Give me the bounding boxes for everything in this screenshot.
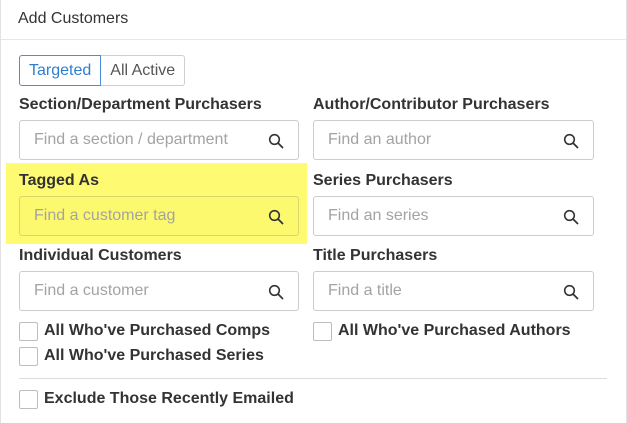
exclude-recent-label: Exclude Those Recently Emailed [44, 390, 294, 407]
title-input[interactable] [314, 272, 593, 310]
purchased-series-checkbox[interactable] [19, 346, 38, 366]
panel-title: Add Customers [18, 10, 129, 27]
section-label: Section/Department Purchasers [19, 96, 262, 113]
all-active-button[interactable]: All Active [101, 55, 186, 86]
purchased-authors-checkbox[interactable] [313, 321, 332, 341]
exclude-recent-checkbox[interactable] [19, 389, 38, 409]
customer-search [19, 271, 299, 311]
search-icon[interactable] [268, 209, 284, 225]
exclude-recent-option[interactable]: Exclude Those Recently Emailed [19, 388, 294, 410]
purchased-comps-label: All Who've Purchased Comps [44, 322, 271, 339]
search-icon[interactable] [563, 133, 579, 149]
purchased-series-option[interactable]: All Who've Purchased Series [19, 345, 264, 367]
purchased-authors-option[interactable]: All Who've Purchased Authors [313, 320, 571, 342]
search-icon[interactable] [268, 133, 284, 149]
tag-search [19, 196, 299, 236]
section-input[interactable] [20, 121, 298, 159]
tag-input[interactable] [20, 197, 298, 235]
individual-customers-label: Individual Customers [19, 247, 182, 264]
author-search [313, 120, 594, 160]
author-input[interactable] [314, 121, 593, 159]
add-customers-panel: Add Customers Targeted All Active Sectio… [0, 0, 627, 423]
search-icon[interactable] [563, 209, 579, 225]
purchased-series-label: All Who've Purchased Series [44, 347, 264, 364]
search-icon[interactable] [268, 284, 284, 300]
tagged-as-label: Tagged As [19, 172, 100, 189]
author-label: Author/Contributor Purchasers [313, 96, 550, 113]
divider [19, 378, 607, 379]
audience-toggle: Targeted All Active [19, 55, 186, 86]
title-purchasers-label: Title Purchasers [313, 247, 438, 264]
series-input[interactable] [314, 197, 593, 235]
section-search [19, 120, 299, 160]
purchased-comps-checkbox[interactable] [19, 321, 38, 341]
panel-header: Add Customers [1, 0, 626, 40]
purchased-authors-label: All Who've Purchased Authors [338, 322, 571, 339]
purchased-comps-option[interactable]: All Who've Purchased Comps [19, 320, 270, 342]
customer-input[interactable] [20, 272, 298, 310]
series-search [313, 196, 594, 236]
title-search [313, 271, 594, 311]
search-icon[interactable] [563, 284, 579, 300]
targeted-button[interactable]: Targeted [19, 55, 102, 86]
series-label: Series Purchasers [313, 172, 453, 189]
